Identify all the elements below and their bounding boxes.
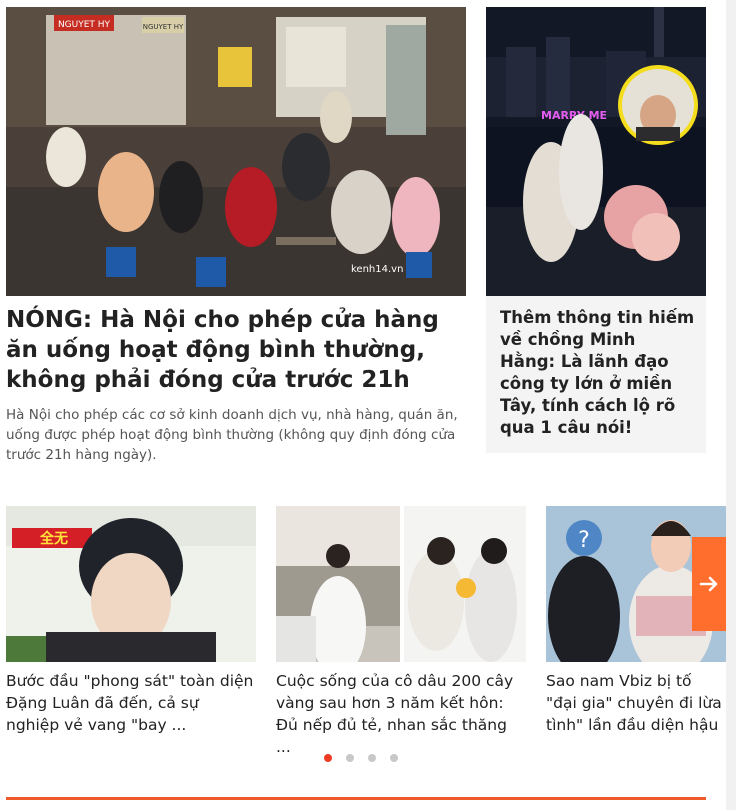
slider-item-3-title[interactable]: Sao nam Vbiz bị tố "đại gia" chuyên đi l… [546,670,726,736]
arrow-right-icon [699,576,718,592]
main-story-image[interactable]: NGUYET HY NGUYET HY kenh14.vn [6,7,466,296]
section-divider [6,797,706,800]
image-watermark: kenh14.vn [351,264,403,275]
slider-dot-3[interactable] [368,754,376,762]
stall-sign-right: NGUYET HY [143,23,184,31]
svg-text:?: ? [578,528,590,553]
slider-thumb-1[interactable]: 全无 [6,506,256,662]
slider-item-1-title[interactable]: Bước đầu "phong sát" toàn diện Đặng Luân… [6,670,256,736]
slider-dot-4[interactable] [390,754,398,762]
slider-next-button[interactable] [692,537,726,631]
side-story-image[interactable]: MARRY ME [486,7,706,296]
slider-dot-1[interactable] [324,754,332,762]
slider-item-2-title[interactable]: Cuộc sống của cô dâu 200 cây vàng sau hơ… [276,670,526,758]
slider-dot-2[interactable] [346,754,354,762]
page-scrollbar[interactable] [726,0,736,810]
thumb-1-caption: 全无 [39,530,68,547]
stall-sign-left: NGUYET HY [58,20,111,30]
main-story-summary: Hà Nội cho phép các cơ sở kinh doanh dịc… [6,407,458,463]
main-story-title[interactable]: NÓNG: Hà Nội cho phép cửa hàng ăn uống h… [6,305,466,395]
slider-thumb-2[interactable] [276,506,526,662]
side-story-title[interactable]: Thêm thông tin hiếm về chồng Minh Hằng: … [500,307,696,439]
slider-pagination [324,754,414,766]
